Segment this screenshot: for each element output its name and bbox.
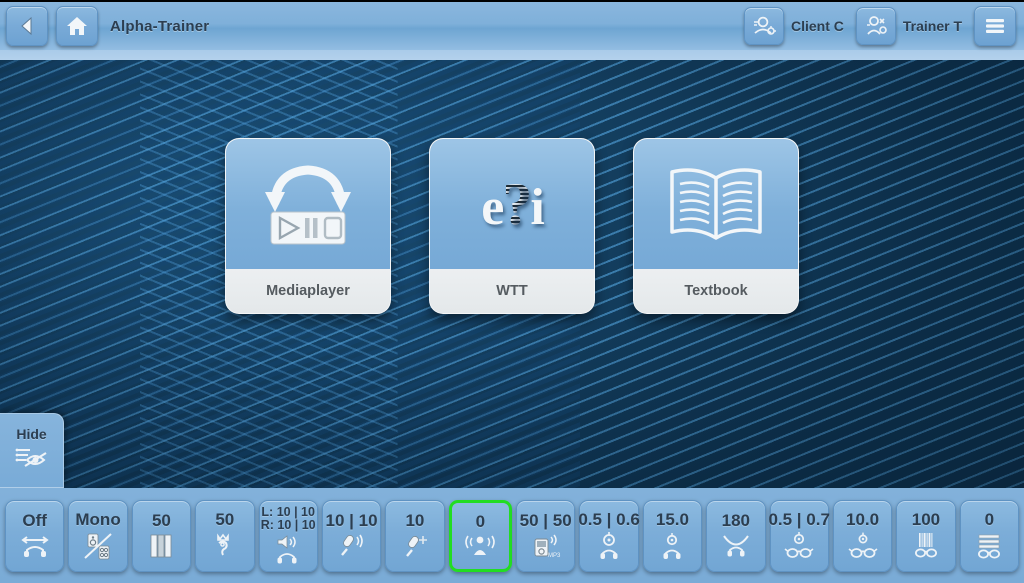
toolbar-button-headset[interactable]: 180: [706, 499, 766, 572]
toolbar-button-value: 50 | 50: [519, 511, 572, 531]
toolbar-button-value: 100: [911, 510, 941, 530]
toolbar-button-mono[interactable]: Mono: [68, 499, 128, 572]
head-headphones-icon: [595, 531, 623, 560]
hamburger-menu-icon: [983, 16, 1007, 36]
toolbar-button-glasses-b[interactable]: 10.0: [832, 499, 893, 572]
toolbar-button-level[interactable]: 50: [131, 499, 192, 572]
trainer-icon: [863, 13, 889, 39]
mp3-player-icon: MP3: [529, 533, 563, 559]
glasses-barcode-icon: [911, 532, 941, 560]
app-tile-label: Textbook: [634, 269, 798, 313]
toolbar-button-ear[interactable]: 50: [195, 499, 255, 572]
app-tile-mediaplayer[interactable]: Mediaplayer: [225, 138, 391, 314]
application-root: Alpha-Trainer Client C Trainer T Mediapl…: [0, 0, 1024, 583]
toolbar-button-glasses-barcode[interactable]: 100: [896, 499, 956, 572]
app-tile-wtt[interactable]: e ? i WTT: [429, 138, 595, 314]
toolbar-button-mic-speaker[interactable]: 10 | 10: [321, 499, 382, 572]
client-icon: [751, 13, 777, 39]
level-bars-icon: [145, 533, 177, 559]
menu-button[interactable]: [974, 6, 1016, 46]
hide-label: Hide: [16, 426, 47, 442]
toolbar-button-value: 0: [984, 510, 995, 530]
toolbar-button-crossfade[interactable]: Off: [5, 499, 65, 572]
toolbar-button-glasses-lines[interactable]: 0: [959, 499, 1019, 572]
toolbar-button-head-a[interactable]: 0.5 | 0.6: [578, 499, 640, 572]
toolbar-button-value: 50: [215, 510, 235, 530]
header-underline: [0, 50, 1024, 60]
trainer-label: Trainer T: [902, 18, 962, 34]
glasses-eye-icon: [784, 531, 814, 560]
trainer-button[interactable]: [855, 7, 896, 45]
wtt-glyphs: e ? i: [481, 170, 545, 239]
page-title: Alpha-Trainer: [110, 17, 210, 35]
status-toolbar: Off Mono 50 50 L: 10 | 10 R: 10 | 10 10 …: [0, 488, 1024, 583]
toolbar-button-value: 0.5 | 0.6: [578, 510, 640, 530]
app-tile-grid: Mediaplayer e ? i WTT Textbook: [0, 138, 1024, 314]
toolbar-button-value: 10 | 10: [325, 511, 378, 531]
wtt-icon: e ? i: [430, 139, 594, 269]
toolbar-button-value: Mono: [75, 510, 121, 530]
hide-eye-icon: [15, 444, 49, 475]
toolbar-button-value: 15.0: [655, 510, 689, 530]
wtt-glyph-i: i: [530, 178, 545, 236]
toolbar-button-lr-levels[interactable]: L: 10 | 10 R: 10 | 10: [258, 499, 318, 572]
toolbar-button-value: 50: [151, 511, 171, 531]
app-tile-label: Mediaplayer: [226, 269, 390, 313]
toolbar-button-mp3[interactable]: 50 | 50 MP3: [516, 499, 576, 572]
client-button[interactable]: [743, 7, 784, 45]
app-header: Alpha-Trainer Client C Trainer T: [0, 2, 1024, 50]
toolbar-button-glasses-a[interactable]: 0.5 | 0.7: [768, 499, 830, 572]
wtt-glyph-question: ?: [502, 170, 532, 237]
toolbar-button-value: 180: [721, 511, 750, 531]
mic-spark-icon: [399, 533, 431, 559]
head-headphones-small-icon: [658, 532, 686, 560]
toolbar-button-value: 0.5 | 0.7: [768, 510, 830, 530]
header-right-group: Client C Trainer T: [743, 6, 1018, 46]
headset-band-icon: [719, 533, 753, 559]
mediaplayer-icon: [226, 139, 390, 269]
glasses-lines-icon: [973, 532, 1005, 560]
toolbar-button-head-b[interactable]: 15.0: [642, 499, 703, 572]
toolbar-button-value-secondary: R: 10 | 10: [260, 518, 316, 532]
hide-button[interactable]: Hide: [0, 413, 64, 488]
toolbar-button-mic[interactable]: 10: [385, 499, 445, 572]
toolbar-button-value: Off: [22, 511, 47, 531]
mono-speakers-icon: [81, 532, 115, 560]
wtt-glyph-e: e: [481, 178, 504, 236]
glasses-eye-small-icon: [848, 532, 878, 560]
client-label: Client C: [790, 18, 844, 34]
toolbar-button-value: 0: [475, 512, 486, 532]
toolbar-button-value: 10.0: [846, 510, 880, 530]
ear-crown-icon: [210, 532, 240, 560]
crossfade-headphones-icon: [18, 533, 52, 559]
toolbar-button-value: 10: [405, 511, 425, 531]
desktop-content: Mediaplayer e ? i WTT Textbook: [0, 58, 1024, 488]
app-tile-label: WTT: [430, 269, 594, 313]
mic-speaker-icon: [335, 533, 369, 559]
home-button[interactable]: [56, 6, 98, 46]
back-button[interactable]: [6, 6, 48, 46]
home-icon: [65, 14, 89, 38]
open-book-icon: [634, 139, 798, 269]
person-signal-icon: [463, 534, 497, 558]
back-arrow-icon: [15, 14, 39, 38]
speaker-headphones-icon: [272, 535, 304, 565]
app-tile-textbook[interactable]: Textbook: [633, 138, 799, 314]
toolbar-button-person-signal[interactable]: 0: [448, 499, 512, 572]
svg-text:MP3: MP3: [548, 553, 561, 559]
